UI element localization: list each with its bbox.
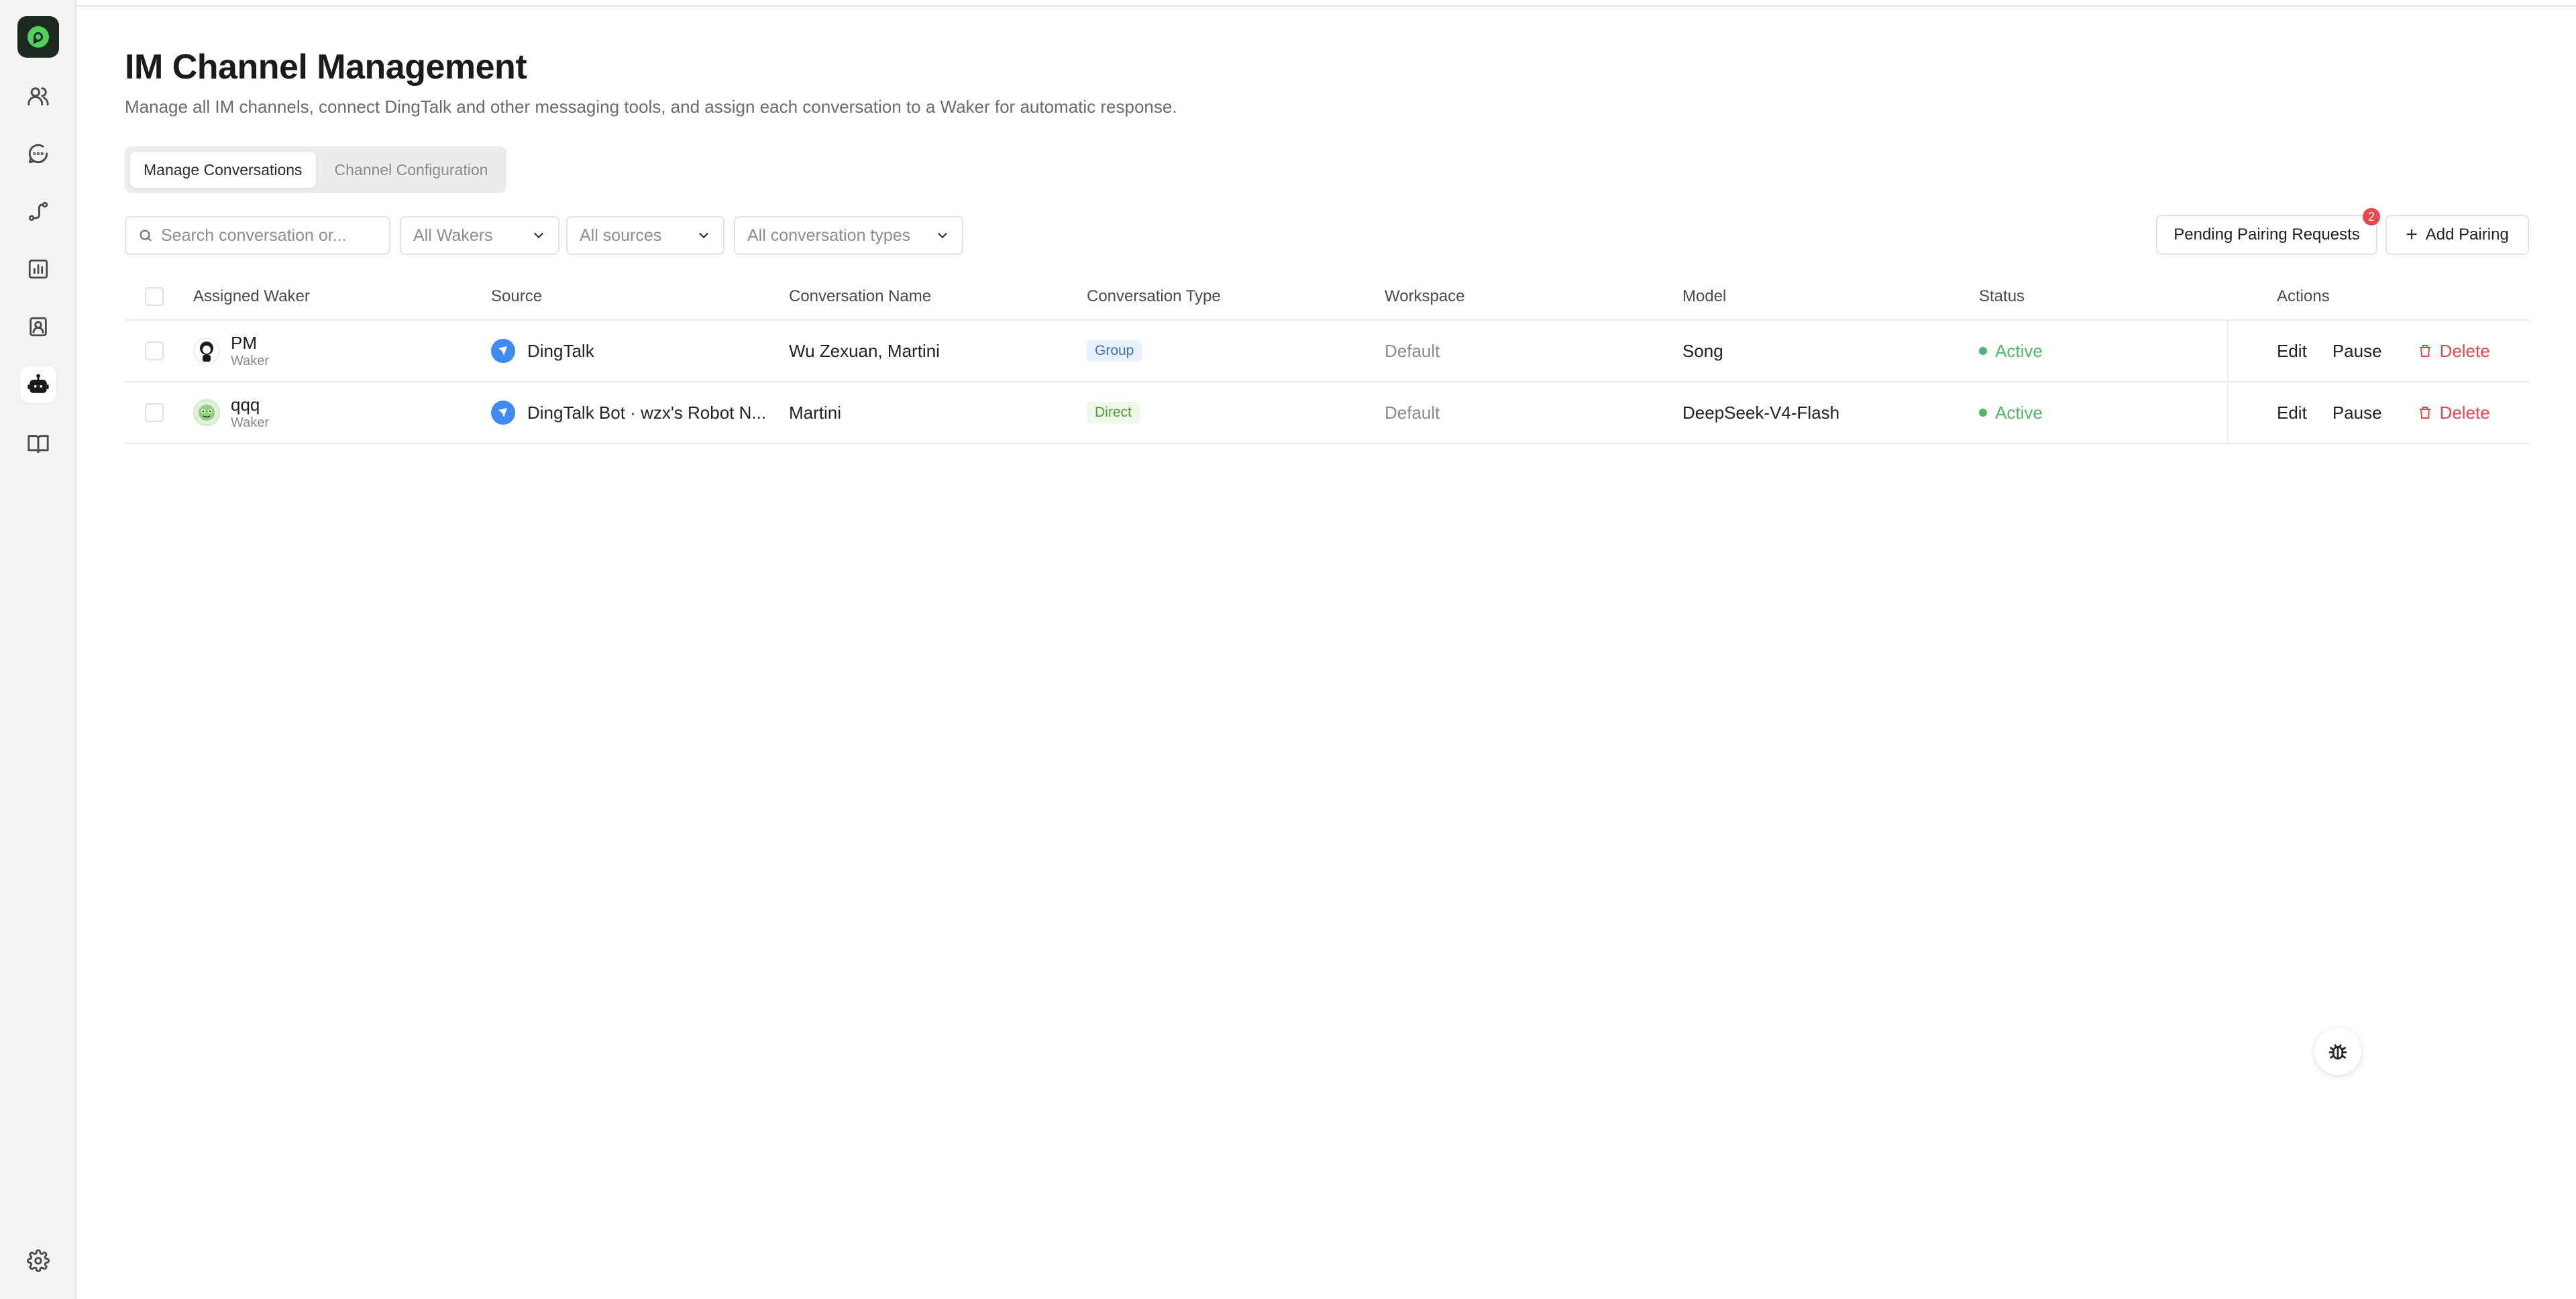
column-workspace: Workspace [1385,287,1465,305]
page-title: IM Channel Management [125,48,527,87]
delete-label: Delete [2439,340,2490,361]
pause-button[interactable]: Pause [2332,341,2382,362]
add-pairing-label: Add Pairing [2425,225,2509,244]
dingtalk-icon [491,339,515,363]
waker-name[interactable]: PM [231,333,269,353]
plus-icon: + [2406,223,2418,246]
model-name: DeepSeek-V4-Flash [1682,402,1840,423]
conversation-name: Wu Zexuan, Martini [789,340,940,361]
top-divider [76,0,2576,7]
chevron-down-icon [699,233,708,238]
column-conversation-name: Conversation Name [789,287,932,305]
column-source: Source [491,287,543,305]
pending-pairing-label: Pending Pairing Requests [2174,225,2360,244]
type-filter-value: All conversation types [747,225,911,245]
workspace-name: Default [1385,402,1440,423]
avatar [193,399,220,426]
chart-icon[interactable] [20,251,56,287]
row-checkbox[interactable] [145,342,164,360]
debug-bug-button[interactable] [2314,1028,2361,1075]
row-checkbox[interactable] [145,403,164,422]
conversations-table: Assigned Waker Source Conversation Name … [125,278,2529,444]
delete-button[interactable]: Delete [2417,341,2490,362]
app-logo-icon[interactable] [17,16,59,58]
avatar [193,337,220,364]
search-placeholder: Search conversation or... [161,225,347,245]
view-tabs: Manage Conversations Channel Configurati… [125,146,507,193]
waker-role: Waker [231,354,270,368]
tab-channel-configuration[interactable]: Channel Configuration [321,152,502,188]
status-dot [1979,347,1987,355]
source-name: DingTalk Bot · wzx's Robot N... [527,402,767,423]
bug-icon [2328,1044,2347,1059]
column-conversation-type: Conversation Type [1087,287,1221,305]
edit-button[interactable]: Edit [2277,341,2307,362]
column-model: Model [1682,287,1727,305]
source-filter-select[interactable]: All sources [566,216,724,255]
book-icon[interactable] [20,425,56,462]
table-row: qqq Waker DingTalk Bot · wzx's Robot N..… [125,382,2529,444]
pending-pairing-requests-button[interactable]: Pending Pairing Requests 2 [2156,208,2380,255]
contacts-icon[interactable] [20,309,56,345]
dingtalk-icon [491,401,515,425]
column-assigned-waker: Assigned Waker [193,287,310,305]
delete-label: Delete [2439,402,2490,423]
table-header: Assigned Waker Source Conversation Name … [125,278,2529,321]
model-name: Song [1682,340,1723,361]
conversation-name: Martini [789,402,842,423]
search-input[interactable]: Search conversation or... [125,216,390,255]
status-dot [1979,409,1987,417]
pending-count-badge: 2 [2363,208,2380,225]
chat-icon[interactable] [20,136,56,172]
waker-filter-value: All Wakers [413,225,493,245]
users-icon[interactable] [20,78,56,114]
source-name: DingTalk [527,340,594,361]
type-cell: Group [1087,321,1142,381]
column-actions: Actions [2277,287,2330,305]
sidebar [0,0,76,1299]
gear-icon[interactable] [20,1243,56,1279]
chevron-down-icon [534,233,543,238]
status-badge: Active [1995,340,2043,361]
trash-icon [2419,407,2430,419]
trash-icon [2419,345,2430,357]
source-cell: DingTalk Bot · wzx's Robot N... [491,382,766,443]
conversation-type-badge: Group [1087,340,1142,362]
waker-role: Waker [231,415,270,430]
source-cell: DingTalk [491,321,594,381]
type-filter-select[interactable]: All conversation types [734,216,963,255]
add-pairing-button[interactable]: + Add Pairing [2385,215,2529,255]
robot-icon[interactable] [20,366,56,403]
select-all-checkbox[interactable] [145,287,164,306]
workflow-icon[interactable] [20,193,56,229]
column-status: Status [1979,287,2025,305]
pause-button[interactable]: Pause [2332,403,2382,423]
search-icon [140,229,152,242]
row-actions: Edit Pause Delete [2227,382,2529,443]
source-filter-value: All sources [580,225,662,245]
waker-cell: qqq Waker [193,382,269,443]
chevron-down-icon [938,233,947,238]
tab-manage-conversations[interactable]: Manage Conversations [130,152,316,188]
status-cell: Active [1979,321,2043,381]
conversation-type-badge: Direct [1087,402,1140,423]
waker-filter-select[interactable]: All Wakers [400,216,559,255]
workspace-name: Default [1385,340,1440,361]
delete-button[interactable]: Delete [2417,403,2490,423]
page-subtitle: Manage all IM channels, connect DingTalk… [125,97,1177,117]
waker-cell: PM Waker [193,321,269,381]
waker-name[interactable]: qqq [231,395,269,415]
table-row: PM Waker DingTalk Wu Zexuan, Martini Gro… [125,321,2529,382]
edit-button[interactable]: Edit [2277,403,2307,423]
status-cell: Active [1979,382,2043,443]
row-actions: Edit Pause Delete [2227,321,2529,381]
status-badge: Active [1995,402,2043,423]
type-cell: Direct [1087,382,1140,443]
